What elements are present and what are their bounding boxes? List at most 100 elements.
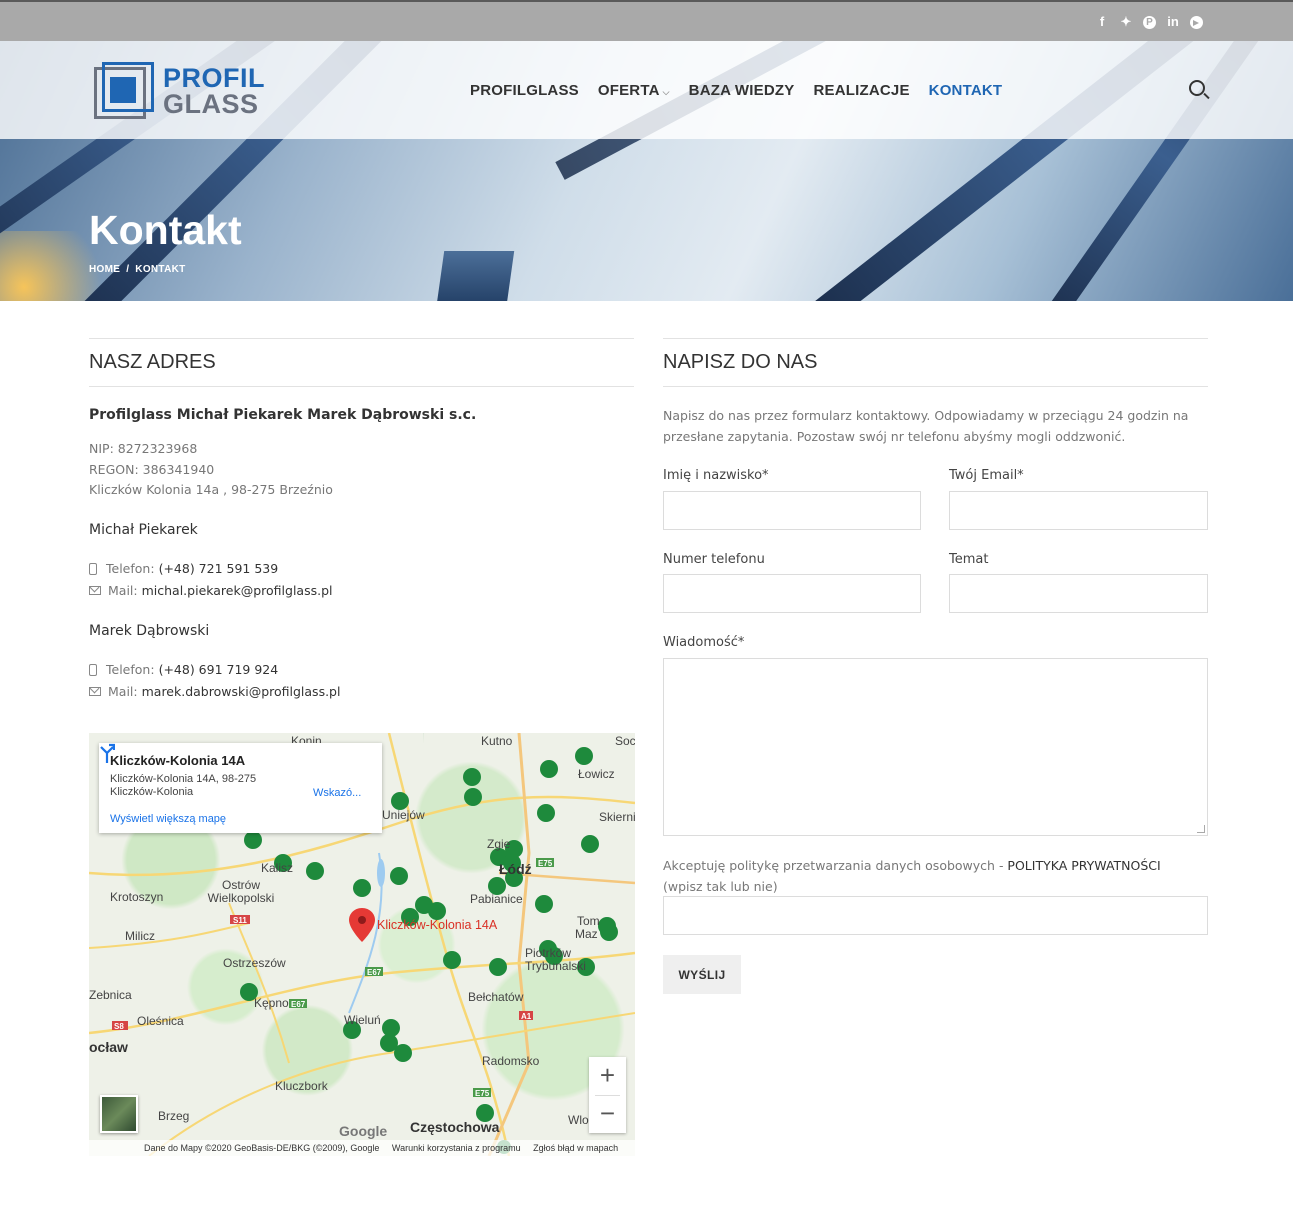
address-section-title: NASZ ADRES — [89, 338, 634, 387]
search-icon[interactable] — [1189, 80, 1205, 96]
map-terms-link[interactable]: Warunki korzystania z programu — [392, 1143, 521, 1153]
email-label: Twój Email* — [949, 468, 1024, 483]
map-place: Kalisz — [261, 861, 294, 875]
map-place: Ostrzeszów — [223, 956, 286, 970]
zoom-separator — [595, 1095, 620, 1096]
directions-icon[interactable] — [99, 743, 115, 763]
mail-address-1[interactable]: michal.piekarek@profilglass.pl — [142, 583, 333, 598]
zoom-in-button[interactable]: + — [589, 1057, 626, 1095]
map-place: Bełchatów — [468, 990, 524, 1004]
map-marker-label: Kliczków-Kolonia 14A — [377, 918, 498, 932]
phone-label: Telefon: — [106, 561, 155, 576]
mail-address-2[interactable]: marek.dabrowski@profilglass.pl — [142, 684, 341, 699]
map-place: ocław — [89, 1039, 128, 1055]
map-place: Wieluń — [344, 1013, 381, 1027]
facebook-icon[interactable]: f — [1095, 14, 1109, 30]
phone-number-1[interactable]: (+48) 721 591 539 — [159, 561, 279, 576]
svg-text:S8: S8 — [114, 1022, 124, 1031]
satellite-toggle[interactable] — [100, 1095, 138, 1133]
mail-label: Mail: — [108, 684, 138, 699]
svg-text:E67: E67 — [367, 968, 382, 977]
nav-item-realizacje[interactable]: REALIZACJE — [813, 82, 909, 99]
map-place: Skierni — [599, 810, 635, 824]
site-logo[interactable]: PROFIL GLASS — [94, 61, 265, 121]
map-place: Soc — [615, 734, 635, 748]
pinterest-icon[interactable]: P — [1143, 16, 1156, 29]
phone-label: Numer telefonu — [663, 552, 765, 567]
map-place: Łowicz — [578, 767, 615, 781]
social-links: f ✦ P in — [1095, 14, 1203, 30]
map-place: Kutno — [481, 734, 513, 748]
map-place: Kluczbork — [275, 1079, 328, 1093]
subject-input[interactable] — [949, 574, 1208, 613]
view-larger-map-link[interactable]: Wyświetl większą mapę — [110, 813, 226, 825]
nav-item-profilglass[interactable]: PROFILGLASS — [470, 82, 579, 99]
info-window-address: Kliczków-Kolonia 14A, 98-275 Kliczków-Ko… — [110, 773, 257, 798]
map-place: Kępno — [254, 996, 289, 1010]
nav-item-label: OFERTA — [597, 82, 660, 99]
google-logo: Google — [339, 1123, 388, 1139]
map-place: Wlo — [568, 1113, 589, 1127]
form-column: NAPISZ DO NAS Napisz do nas przez formul… — [663, 338, 1208, 994]
phone-icon — [89, 663, 97, 676]
consent-input[interactable] — [663, 896, 1208, 935]
phone-label: Telefon: — [106, 662, 155, 677]
nav-item-kontakt[interactable]: KONTAKT — [929, 82, 1003, 99]
subject-label: Temat — [949, 552, 989, 567]
submit-button[interactable]: WYŚLIJ — [663, 955, 741, 994]
privacy-policy-link[interactable]: POLITYKA PRYWATNOŚCI — [1007, 858, 1160, 873]
twitter-icon[interactable]: ✦ — [1119, 14, 1133, 30]
breadcrumb: HOME / KONTAKT — [89, 264, 186, 275]
name-input[interactable] — [663, 491, 921, 530]
info-window-title: Kliczków-Kolonia 14A — [110, 753, 246, 768]
map-place: Zgie — [487, 837, 511, 851]
consent-hint: (wpisz tak lub nie) — [663, 879, 778, 894]
map-info-window: Kliczków-Kolonia 14A Kliczków-Kolonia 14… — [99, 743, 382, 833]
phone-line-1: Telefon: (+48) 721 591 539 — [89, 561, 278, 576]
map-place: Krotoszyn — [110, 890, 164, 904]
map-place: Milicz — [125, 929, 155, 943]
nav-item-oferta[interactable]: OFERTA ⌵ — [598, 82, 670, 99]
map-place: Łódź — [499, 861, 532, 877]
street-address: Kliczków Kolonia 14a , 98-275 Brzeźnio — [89, 482, 333, 497]
form-section-title: NAPISZ DO NAS — [663, 338, 1208, 387]
svg-text:A1: A1 — [521, 1012, 532, 1021]
directions-link[interactable]: Wskazó... — [313, 787, 361, 799]
consent-text: Akceptuję politykę przetwarzania danych … — [663, 855, 1208, 897]
logo-square-inner — [110, 77, 136, 103]
svg-text:E75: E75 — [538, 859, 553, 868]
map-place: Pabianice — [470, 892, 523, 906]
hero-building — [435, 251, 515, 301]
consent-label: Akceptuję politykę przetwarzania danych … — [663, 858, 1008, 873]
map-place: Ostrów Wielkopolski — [207, 878, 275, 905]
breadcrumb-current: KONTAKT — [135, 264, 186, 275]
map-attribution: Dane do Mapy ©2020 GeoBasis-DE/BKG (©200… — [89, 1140, 635, 1156]
map-place: Uniejów — [382, 808, 425, 822]
email-input[interactable] — [949, 491, 1208, 530]
nav-item-baza-wiedzy[interactable]: BAZA WIEDZY — [689, 82, 795, 99]
site-header: PROFIL GLASS PROFILGLASS OFERTA ⌵ BAZA WI… — [0, 41, 1293, 139]
person-name-2: Marek Dąbrowski — [89, 623, 210, 639]
map-data-attribution: Dane do Mapy ©2020 GeoBasis-DE/BKG (©200… — [144, 1143, 380, 1153]
phone-line-2: Telefon: (+48) 691 719 924 — [89, 662, 278, 677]
zoom-out-button[interactable]: − — [589, 1095, 626, 1133]
person-name-1: Michał Piekarek — [89, 522, 198, 538]
map-zoom-controls: + − — [589, 1057, 626, 1133]
svg-text:S11: S11 — [233, 916, 247, 925]
name-label: Imię i nazwisko* — [663, 468, 769, 483]
linkedin-icon[interactable]: in — [1166, 14, 1180, 30]
mail-icon — [89, 687, 101, 696]
phone-icon — [89, 562, 97, 575]
google-map[interactable]: E75 S11 E67 E67 S8 A1 E75 Konin Kutno So… — [89, 733, 635, 1156]
phone-input[interactable] — [663, 574, 921, 613]
map-report-link[interactable]: Zgłoś błąd w mapach — [533, 1143, 618, 1153]
map-place: Radomsko — [482, 1054, 540, 1068]
map-place: Zebnica — [89, 988, 132, 1002]
message-textarea[interactable] — [663, 658, 1208, 836]
map-place: Tom — [577, 914, 600, 928]
chevron-down-icon: ⌵ — [662, 87, 670, 97]
breadcrumb-home[interactable]: HOME — [89, 264, 120, 275]
breadcrumb-separator: / — [126, 264, 130, 275]
phone-number-2[interactable]: (+48) 691 719 924 — [159, 662, 279, 677]
telegram-icon[interactable] — [1190, 16, 1203, 29]
